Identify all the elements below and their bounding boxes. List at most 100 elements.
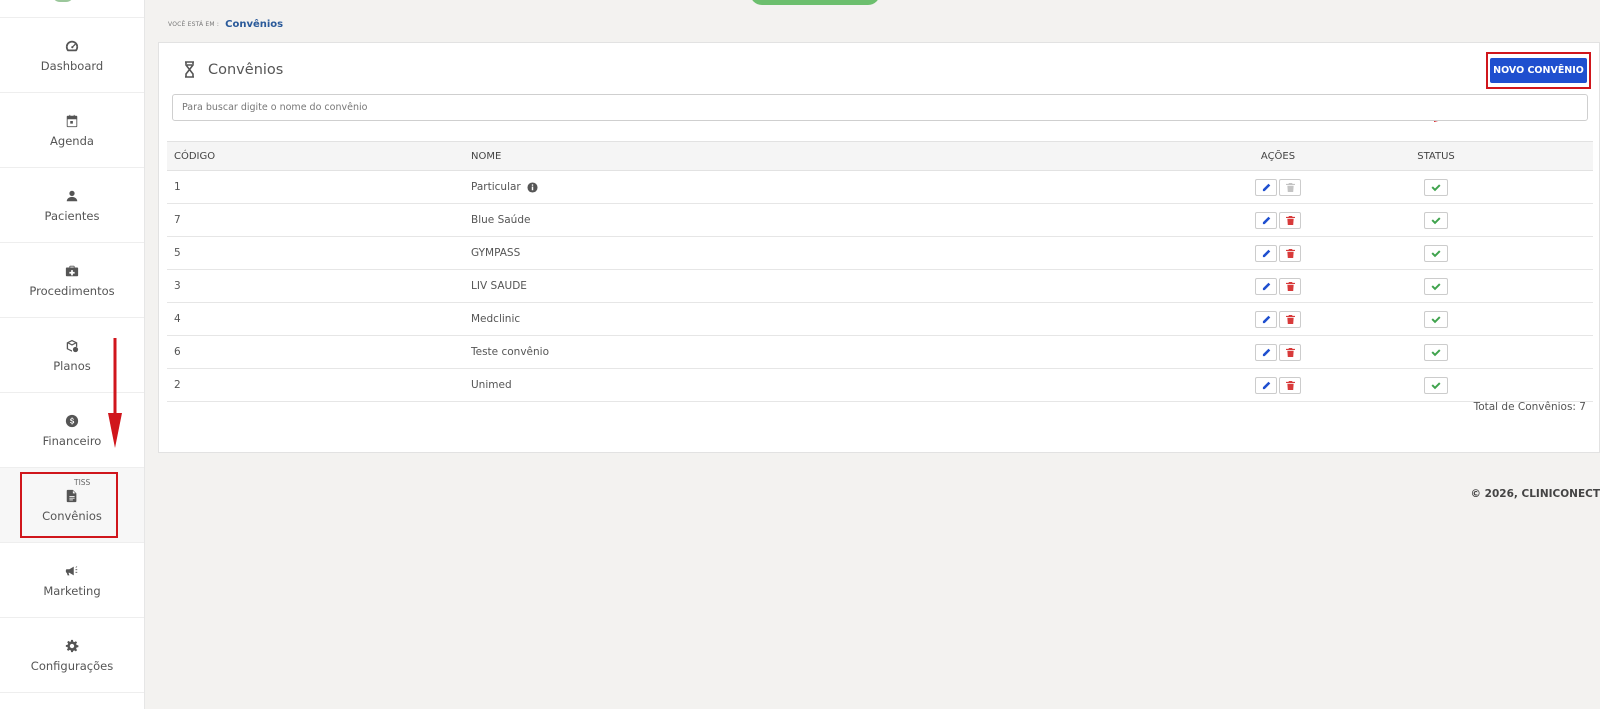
cell-code: 3 [174,280,181,292]
page-title: Convênios [183,61,283,78]
pencil-icon [1262,216,1270,224]
delete-button[interactable] [1279,211,1301,229]
annotation-highlight-new-button: NOVO CONVÊNIO [1486,52,1591,89]
cell-name: Medclinic [464,303,1164,336]
sidebar-item-procedimentos[interactable]: Procedimentos [0,243,144,318]
cell-name: Particular [464,171,1164,204]
cell-status [1392,369,1480,402]
sidebar-item-label: Pacientes [44,208,100,223]
cell-actions [1164,270,1392,303]
cell-code: 4 [174,313,181,325]
pencil-icon [1262,315,1270,323]
edit-button[interactable] [1255,277,1277,295]
trash-icon [1285,182,1295,192]
check-icon [1431,315,1441,323]
cell-name: GYMPASS [464,237,1164,270]
tiss-badge: TISS [74,478,91,487]
convenios-card: Convênios NOVO CONVÊNIO CÓDIGO NOME AÇÕE… [158,42,1600,453]
cell-actions [1164,237,1392,270]
cell-status [1392,336,1480,369]
sidebar-item-label: Agenda [50,133,94,148]
convenio-name: Particular [471,181,521,193]
check-icon [1431,249,1441,257]
column-header-actions: AÇÕES [1260,150,1296,162]
sidebar-item-pacientes[interactable]: Pacientes [0,168,144,243]
total-count: Total de Convênios: 7 [1473,401,1586,413]
pencil-icon [1262,381,1270,389]
top-status-pill [750,0,880,5]
edit-button[interactable] [1255,178,1277,196]
status-toggle[interactable] [1424,376,1448,394]
convenio-name: Medclinic [471,313,521,325]
convenio-name: GYMPASS [471,247,521,259]
sidebar-item-label: Procedimentos [29,283,115,298]
breadcrumb: VOCÊ ESTÁ EM : Convênios [168,19,283,30]
sidebar-item-configuracoes[interactable]: Configurações [0,618,144,693]
cell-code: 6 [174,346,181,358]
delete-button[interactable] [1279,310,1301,328]
column-header-name[interactable]: NOME [464,142,1164,171]
gear-icon [64,638,80,654]
edit-button[interactable] [1255,244,1277,262]
hourglass-document-icon [185,61,194,78]
cell-actions [1164,171,1392,204]
medical-kit-icon [64,263,80,279]
breadcrumb-prefix: VOCÊ ESTÁ EM : [168,21,220,28]
status-toggle[interactable] [1424,211,1448,229]
search-input[interactable] [172,94,1588,121]
status-toggle[interactable] [1424,244,1448,262]
cell-code: 7 [174,214,181,226]
delete-button[interactable] [1279,376,1301,394]
status-toggle[interactable] [1424,178,1448,196]
status-toggle[interactable] [1424,277,1448,295]
delete-button[interactable] [1279,277,1301,295]
cell-status [1392,270,1480,303]
cell-actions [1164,204,1392,237]
table-header-row: CÓDIGO NOME AÇÕES STATUS [167,141,1593,171]
cell-code: 1 [174,181,181,193]
status-toggle[interactable] [1424,343,1448,361]
user-icon [64,188,80,204]
cell-status [1392,171,1480,204]
cell-status [1392,237,1480,270]
sidebar: Dashboard Agenda Pacientes Procedimentos… [0,0,145,709]
sidebar-item-planos[interactable]: Planos [0,318,144,393]
logo [0,0,144,18]
table-row: 5 GYMPASS [167,237,1593,270]
pencil-icon [1262,282,1270,290]
sidebar-item-financeiro[interactable]: Financeiro [0,393,144,468]
pencil-icon [1262,249,1270,257]
box-icon [64,338,80,354]
delete-button[interactable] [1279,244,1301,262]
edit-button[interactable] [1255,211,1277,229]
edit-button[interactable] [1255,310,1277,328]
info-icon[interactable] [527,181,538,193]
check-icon [1431,282,1441,290]
sidebar-item-agenda[interactable]: Agenda [0,93,144,168]
sidebar-item-marketing[interactable]: Marketing [0,543,144,618]
breadcrumb-current[interactable]: Convênios [225,19,283,30]
trash-icon [1285,248,1295,258]
new-convenio-button[interactable]: NOVO CONVÊNIO [1490,58,1587,83]
pencil-icon [1262,348,1270,356]
footer-copyright: © 2026, CLINICONECT [1470,488,1600,500]
cell-actions [1164,336,1392,369]
edit-button[interactable] [1255,376,1277,394]
sidebar-item-label: Configurações [30,658,114,673]
calendar-icon [64,113,80,129]
document-icon [64,488,80,504]
convenio-name: LIV SAUDE [471,280,527,292]
column-header-status: STATUS [1417,150,1455,162]
check-icon [1431,381,1441,389]
delete-button[interactable] [1279,343,1301,361]
edit-button[interactable] [1255,343,1277,361]
convenios-table: CÓDIGO NOME AÇÕES STATUS 1 Particular 7 … [167,141,1593,402]
sidebar-item-convenios[interactable]: TISS Convênios [0,468,144,543]
status-toggle[interactable] [1424,310,1448,328]
column-header-code[interactable]: CÓDIGO [167,142,464,171]
table-row: 2 Unimed [167,369,1593,402]
table-row: 6 Teste convênio [167,336,1593,369]
dashboard-icon [64,38,80,54]
delete-button[interactable] [1279,178,1301,196]
sidebar-item-dashboard[interactable]: Dashboard [0,18,144,93]
